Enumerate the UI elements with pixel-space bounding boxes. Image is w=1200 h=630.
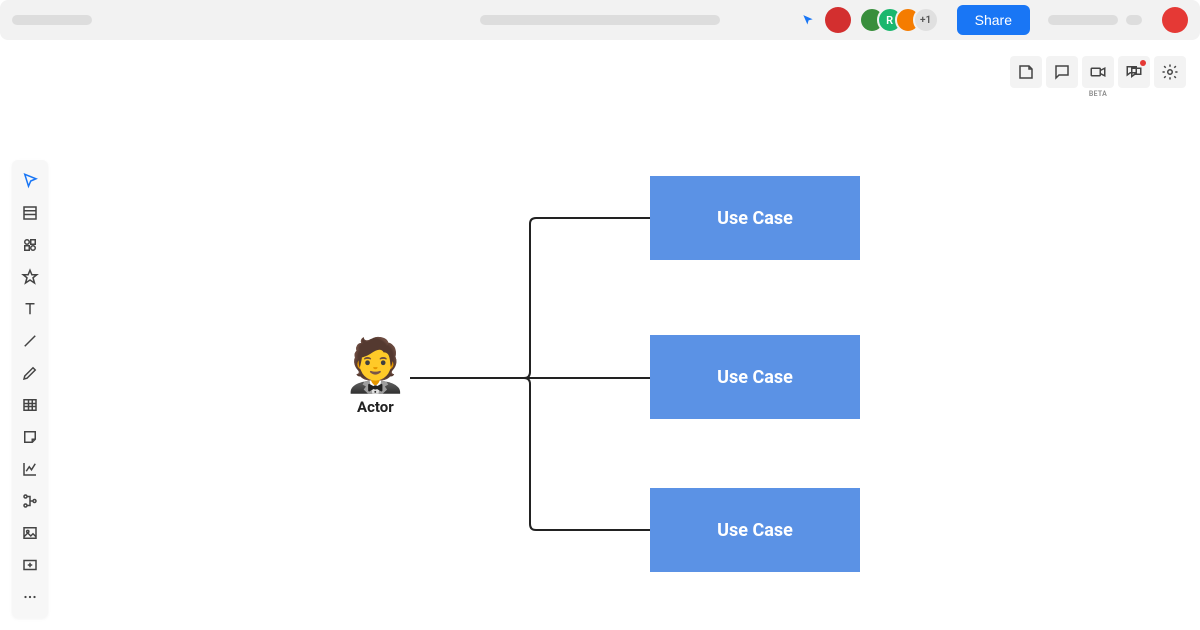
usecase-node-1[interactable]: Use Case (650, 176, 860, 260)
usecase-node-3[interactable]: Use Case (650, 488, 860, 572)
canvas[interactable]: 🤵 Actor Use Case Use Case Use Case (0, 0, 1200, 630)
usecase-label: Use Case (717, 208, 793, 229)
actor-node[interactable]: 🤵 Actor (343, 340, 408, 416)
usecase-node-2[interactable]: Use Case (650, 335, 860, 419)
actor-icon: 🤵 (343, 340, 408, 392)
usecase-label: Use Case (717, 520, 793, 541)
actor-label: Actor (343, 398, 408, 416)
usecase-label: Use Case (717, 367, 793, 388)
connectors (0, 0, 1200, 630)
